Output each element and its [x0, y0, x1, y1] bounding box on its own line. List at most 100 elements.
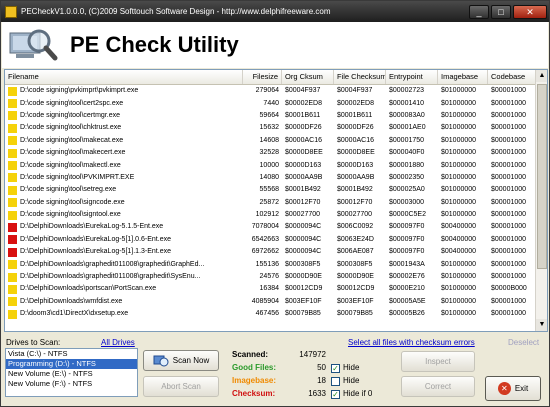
status-indicator-icon: [8, 309, 17, 319]
column-imagebase[interactable]: Imagebase: [438, 70, 488, 84]
filename-text: D:\code signing\tool\makectl.exe: [20, 161, 121, 169]
cell-org-cksum: $0000D90E: [285, 273, 322, 281]
cell-entrypoint: $000083A0: [389, 111, 425, 119]
hide-good-checkbox[interactable]: ✓: [331, 364, 340, 373]
table-row[interactable]: D:\code signing\tool\cert2spc.exe 7440 $00…: [5, 97, 547, 109]
table-row[interactable]: D:\DelphiDownloads\EurekaLog-5[1].1.3-En…: [5, 246, 547, 258]
table-row[interactable]: D:\code signing\tool\certmgr.exe 59664 $00…: [5, 110, 547, 122]
cell-org-cksum: $0004F937: [285, 87, 321, 95]
column-entrypoint[interactable]: Entrypoint: [386, 70, 438, 84]
cell-filename: D:\DelphiDownloads\graphedit011008\graph…: [5, 271, 243, 283]
filename-text: D:\doom3\cd1\DirectX\dxsetup.exe: [20, 310, 129, 318]
filename-text: D:\code signing\tool\PVKIMPRT.EXE: [20, 173, 135, 181]
cell-file-checksum: $0000D163: [337, 161, 374, 169]
cell-file-checksum: $00012F70: [337, 198, 373, 206]
inspect-button[interactable]: Inspect: [401, 351, 475, 372]
scan-now-button[interactable]: Scan Now: [143, 350, 219, 371]
cell-filename: D:\code signing\tool\certmgr.exe: [5, 110, 243, 122]
scroll-down-arrow-icon[interactable]: ▼: [536, 319, 547, 331]
exit-button[interactable]: ✕ Exit: [485, 376, 541, 401]
app-icon: [5, 5, 17, 18]
table-row[interactable]: D:\code signing\tool\makecat.exe 14608 $00…: [5, 135, 547, 147]
drive-list[interactable]: Vista (C:\) - NTFS Programming (D:\) - N…: [5, 348, 138, 397]
correct-button[interactable]: Correct: [401, 376, 475, 397]
status-indicator-icon: [8, 247, 17, 257]
column-org-cksum[interactable]: Org Cksum: [282, 70, 334, 84]
cell-file-checksum: $0000DF26: [337, 124, 374, 132]
table-row[interactable]: D:\DelphiDownloads\graphedit011008\graph…: [5, 258, 547, 270]
cell-org-cksum: $003EF10F: [285, 297, 322, 305]
table-row[interactable]: D:\DelphiDownloads\wmfdist.exe 4085904 $00…: [5, 296, 547, 308]
table-row[interactable]: D:\DelphiDownloads\EurekaLog-5[1].0.6-En…: [5, 234, 547, 246]
status-indicator-icon: [8, 235, 17, 245]
filename-text: D:\DelphiDownloads\graphedit011008\graph…: [20, 273, 201, 281]
cell-entrypoint: $00001750: [389, 136, 425, 144]
table-row[interactable]: D:\doom3\cd1\DirectX\dxsetup.exe 467456 $0…: [5, 308, 547, 320]
cell-imagebase: $01000000: [441, 87, 477, 95]
title-bar[interactable]: PECheckV1.0.0.0, (C)2009 Softtouch Softw…: [1, 1, 549, 22]
drive-item[interactable]: Programming (D:\) - NTFS: [6, 359, 137, 369]
deselect-link[interactable]: Deselect: [508, 338, 539, 347]
table-row[interactable]: D:\code signing\tool\setreg.exe 55568 $000…: [5, 184, 547, 196]
vertical-scrollbar[interactable]: ▲ ▼: [535, 70, 547, 331]
cell-entrypoint: $0000E210: [389, 285, 425, 293]
column-filesize[interactable]: Filesize: [243, 70, 282, 84]
file-list[interactable]: Filename Filesize Org Cksum File Checksu…: [4, 69, 548, 332]
abort-scan-button[interactable]: Abort Scan: [143, 376, 219, 397]
cell-org-cksum: $0000DF26: [285, 124, 322, 132]
scroll-thumb[interactable]: [537, 84, 547, 269]
scan-icon: [153, 355, 169, 367]
drive-item[interactable]: New Volume (E:\) - NTFS: [6, 369, 137, 379]
status-indicator-icon: [8, 173, 17, 183]
select-all-checksum-errors-link[interactable]: Select all files with checksum errors: [348, 338, 475, 347]
table-row[interactable]: D:\DelphiDownloads\graphedit011008\graph…: [5, 271, 547, 283]
cell-codebase: $00001000: [491, 310, 527, 318]
column-codebase[interactable]: Codebase: [488, 70, 536, 84]
column-file-checksum[interactable]: File Checksum: [334, 70, 386, 84]
cell-filename: D:\DelphiDownloads\graphedit011008\graph…: [5, 259, 243, 271]
close-button[interactable]: ✕: [513, 4, 547, 19]
cell-imagebase: $01000000: [441, 149, 477, 157]
table-row[interactable]: D:\code signing\tool\signcode.exe 25872 $0…: [5, 197, 547, 209]
drive-item[interactable]: Vista (C:\) - NTFS: [6, 349, 137, 359]
cell-codebase: $00001000: [491, 111, 527, 119]
hide-checksum-checkbox[interactable]: ✓: [331, 390, 340, 399]
cell-filesize: 10000: [259, 161, 279, 169]
table-row[interactable]: D:\DelphiDownloads\EurekaLog-5.1.5-Ent.e…: [5, 221, 547, 233]
scanned-label: Scanned:: [232, 350, 269, 359]
cell-imagebase: $01000000: [441, 124, 477, 132]
table-row[interactable]: D:\code signing\tool\makectl.exe 10000 $00…: [5, 159, 547, 171]
cell-filename: D:\code signing\tool\setreg.exe: [5, 184, 243, 196]
cell-org-cksum: $0001B492: [285, 186, 321, 194]
main-window: PECheckV1.0.0.0, (C)2009 Softtouch Softw…: [0, 0, 550, 407]
table-row[interactable]: D:\code signing\tool\PVKIMPRT.EXE 14080 $0…: [5, 172, 547, 184]
table-row[interactable]: D:\code signing\tool\makecert.exe 32528 $0…: [5, 147, 547, 159]
scroll-up-arrow-icon[interactable]: ▲: [536, 70, 547, 82]
minimize-button[interactable]: _: [469, 4, 489, 19]
filename-text: D:\DelphiDownloads\EurekaLog-5[1].1.3-En…: [20, 248, 171, 256]
cell-filename: D:\code signing\tool\signcode.exe: [5, 197, 243, 209]
cell-org-cksum: $0000AA9B: [285, 173, 323, 181]
exit-label: Exit: [514, 384, 529, 393]
status-indicator-icon: [8, 260, 17, 270]
maximize-button[interactable]: □: [491, 4, 511, 19]
imagebase-label: Imagebase:: [232, 376, 277, 385]
table-row[interactable]: D:\code signing\tool\chktrust.exe 15632 $0…: [5, 122, 547, 134]
cell-file-checksum: $0063E24D: [337, 235, 374, 243]
table-row[interactable]: D:\code signing\tool\signtool.exe 102912 $…: [5, 209, 547, 221]
cell-file-checksum: $00002ED8: [337, 99, 374, 107]
status-indicator-icon: [8, 284, 17, 294]
drive-item[interactable]: New Volume (F:\) - NTFS: [6, 379, 137, 389]
cell-filename: D:\DelphiDownloads\EurekaLog-5[1].1.3-En…: [5, 246, 243, 258]
table-row[interactable]: D:\DelphiDownloads\portscan\PortScan.exe…: [5, 283, 547, 295]
table-row[interactable]: D:\code signing\pvkimprt\pvkimprt.exe 279…: [5, 85, 547, 97]
cell-entrypoint: $0000C5E2: [389, 211, 426, 219]
cell-entrypoint: $00002E76: [389, 273, 425, 281]
all-drives-link[interactable]: All Drives: [101, 338, 135, 347]
hide-imagebase-checkbox[interactable]: [331, 377, 340, 386]
cell-codebase: $00001000: [491, 297, 527, 305]
status-indicator-icon: [8, 272, 17, 282]
filename-text: D:\code signing\tool\chktrust.exe: [20, 124, 122, 132]
cell-file-checksum: $0000D90E: [337, 273, 374, 281]
column-filename[interactable]: Filename: [5, 70, 243, 84]
